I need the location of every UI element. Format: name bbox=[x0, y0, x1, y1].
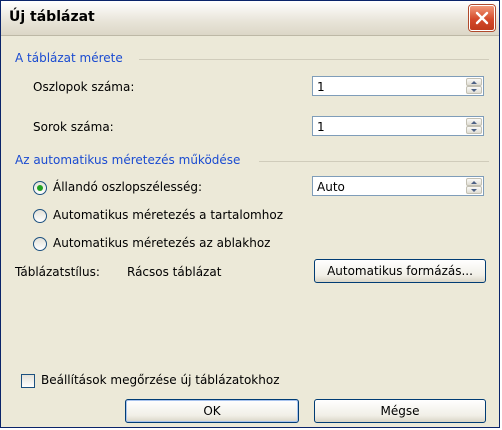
autofit-contents-radio[interactable] bbox=[33, 209, 47, 223]
fixed-width-up-button[interactable] bbox=[466, 178, 482, 186]
fixed-width-radio[interactable] bbox=[33, 181, 47, 195]
remember-settings-label[interactable]: Beállítások megőrzése új táblázatokhoz bbox=[41, 373, 280, 387]
dialog-title: Új táblázat bbox=[9, 9, 95, 25]
new-table-dialog: Új táblázat A táblázat mérete Oszlopok s… bbox=[0, 0, 500, 428]
autofit-window-label[interactable]: Automatikus méretezés az ablakhoz bbox=[53, 236, 270, 250]
fixed-width-spinner[interactable]: Auto bbox=[312, 176, 484, 196]
rows-spinner[interactable]: 1 bbox=[312, 116, 484, 136]
size-group-divider bbox=[139, 59, 489, 60]
columns-up-button[interactable] bbox=[466, 78, 482, 86]
autofit-window-radio[interactable] bbox=[33, 237, 47, 251]
table-style-value: Rácsos táblázat bbox=[127, 265, 222, 279]
fixed-width-value[interactable]: Auto bbox=[317, 180, 345, 194]
rows-label: Sorok száma: bbox=[33, 120, 114, 134]
cancel-button[interactable]: Mégse bbox=[314, 399, 486, 423]
autofit-group-divider bbox=[259, 161, 489, 162]
columns-spinner[interactable]: 1 bbox=[312, 76, 484, 96]
remember-settings-checkbox[interactable] bbox=[21, 374, 35, 388]
autofit-contents-label[interactable]: Automatikus méretezés a tartalomhoz bbox=[53, 208, 283, 222]
autoformat-button[interactable]: Automatikus formázás... bbox=[314, 259, 486, 283]
table-style-label: Táblázatstílus: bbox=[15, 265, 100, 279]
rows-up-button[interactable] bbox=[466, 118, 482, 126]
size-group-label: A táblázat mérete bbox=[15, 51, 123, 65]
close-icon bbox=[475, 11, 489, 25]
columns-value[interactable]: 1 bbox=[317, 80, 325, 94]
rows-value[interactable]: 1 bbox=[317, 120, 325, 134]
fixed-width-down-button[interactable] bbox=[466, 186, 482, 194]
title-bar[interactable]: Új táblázat bbox=[1, 1, 499, 36]
ok-button[interactable]: OK bbox=[125, 399, 299, 423]
fixed-width-label[interactable]: Állandó oszlopszélesség: bbox=[53, 180, 202, 194]
rows-down-button[interactable] bbox=[466, 126, 482, 134]
close-button[interactable] bbox=[469, 5, 495, 31]
autofit-group-label: Az automatikus méretezés működése bbox=[15, 153, 241, 167]
columns-down-button[interactable] bbox=[466, 86, 482, 94]
columns-label: Oszlopok száma: bbox=[33, 80, 135, 94]
